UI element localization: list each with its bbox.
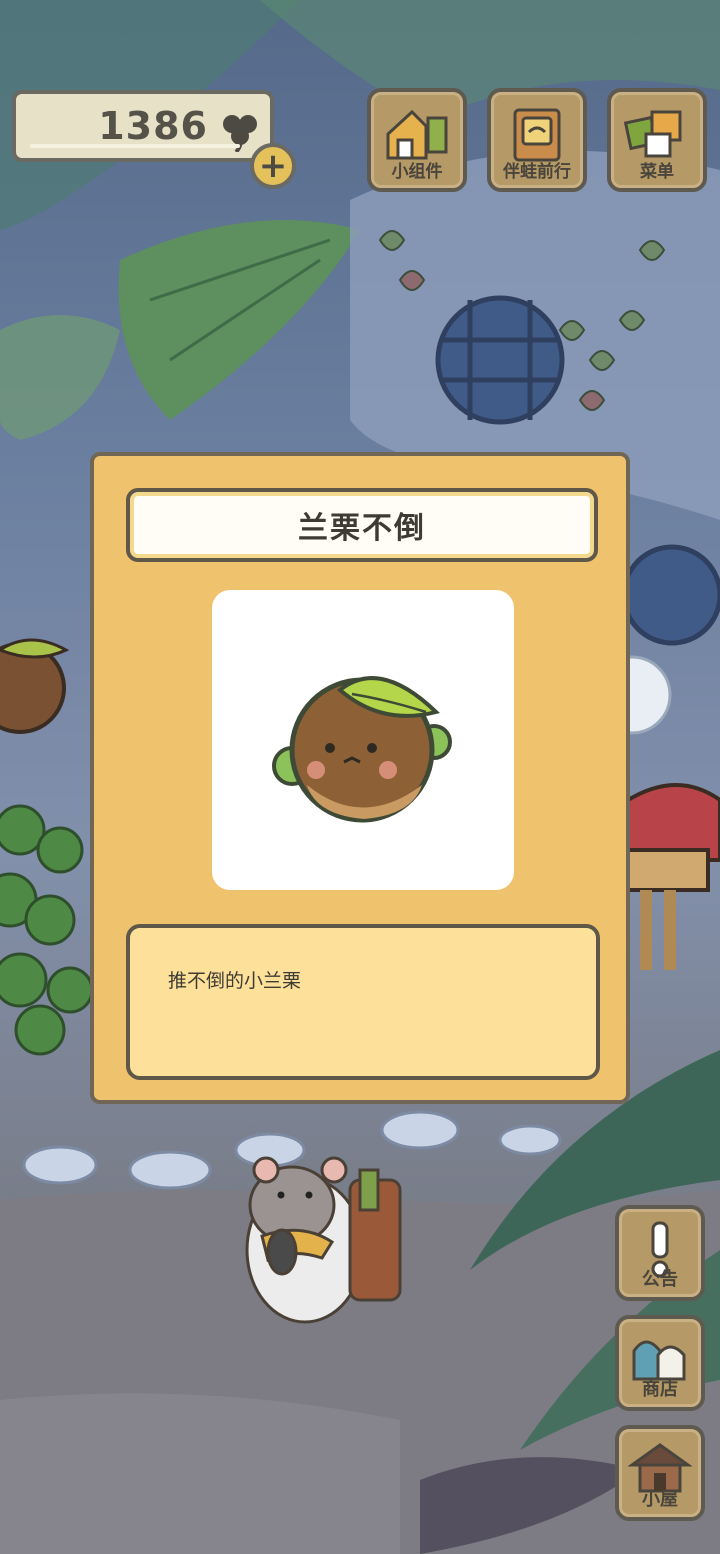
widget-button[interactable]: 小组件 [367, 88, 467, 192]
clover-counter: 1386 [12, 90, 274, 162]
item-title-box: 兰栗不倒 [126, 488, 598, 562]
companion-button[interactable]: 伴蛙前行 [487, 88, 587, 192]
plus-icon: + [258, 146, 288, 186]
item-description: 推不倒的小兰栗 [168, 970, 302, 992]
companion-label: 伴蛙前行 [503, 162, 571, 182]
clover-icon [220, 108, 260, 156]
item-detail-card: 兰栗不倒 推不倒的小兰栗 [90, 452, 630, 1104]
shop-button[interactable]: 商店 [615, 1315, 705, 1411]
widget-label: 小组件 [391, 162, 443, 182]
add-clover-button[interactable]: + [250, 143, 296, 189]
house-label: 小屋 [642, 1489, 678, 1510]
notice-label: 公告 [642, 1269, 678, 1290]
item-image-frame [212, 590, 514, 890]
counter-highlight [30, 144, 240, 148]
companion-book-icon [513, 108, 561, 162]
clover-amount: 1386 [98, 104, 208, 148]
menu-label: 菜单 [640, 162, 674, 182]
notice-button[interactable]: 公告 [615, 1205, 705, 1301]
item-title: 兰栗不倒 [298, 511, 426, 546]
menu-icon [623, 110, 682, 158]
shop-label: 商店 [642, 1379, 678, 1400]
menu-button[interactable]: 菜单 [607, 88, 707, 192]
item-description-box: 推不倒的小兰栗 [126, 924, 600, 1080]
house-button[interactable]: 小屋 [615, 1425, 705, 1521]
chestnut-tumbler-icon [272, 676, 452, 823]
widget-icon [386, 109, 448, 160]
